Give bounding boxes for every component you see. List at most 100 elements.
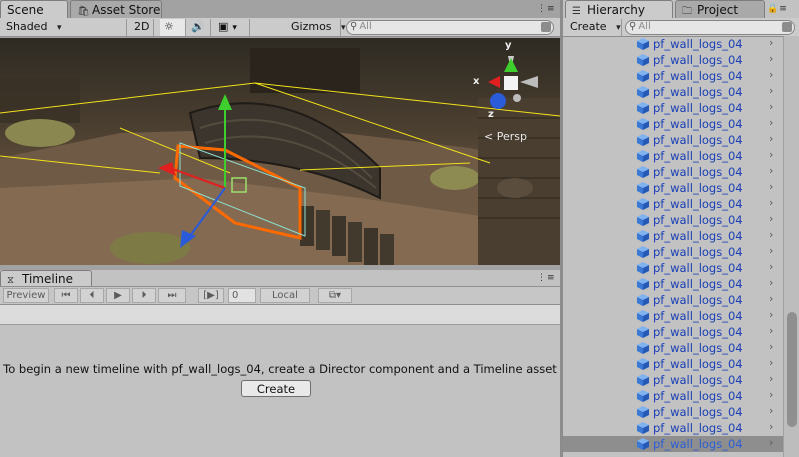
clear-search-icon[interactable]	[541, 22, 551, 32]
play-range-button[interactable]: [▶]	[198, 288, 224, 303]
timeline-tab[interactable]: ⧖ Timeline	[0, 270, 92, 286]
hierarchy-item[interactable]: pf_wall_logs_04 ›	[563, 436, 783, 452]
scene-tab[interactable]: Scene	[0, 0, 68, 18]
hierarchy-item[interactable]: pf_wall_logs_04 ›	[563, 244, 783, 260]
hierarchy-item[interactable]: pf_wall_logs_04 ›	[563, 292, 783, 308]
hierarchy-item[interactable]: pf_wall_logs_04 ›	[563, 100, 783, 116]
timeline-options-dropdown[interactable]: ⧉▾	[318, 288, 352, 303]
hierarchy-item-label: pf_wall_logs_04	[653, 181, 743, 195]
chevron-right-icon[interactable]: ›	[769, 244, 773, 257]
hierarchy-item[interactable]: pf_wall_logs_04 ›	[563, 68, 783, 84]
chevron-right-icon[interactable]: ›	[769, 356, 773, 369]
hierarchy-item[interactable]: pf_wall_logs_04 ›	[563, 404, 783, 420]
hierarchy-item[interactable]: pf_wall_logs_04 ›	[563, 356, 783, 372]
step-forward-icon: ⏵	[141, 290, 147, 301]
hierarchy-item[interactable]: pf_wall_logs_04 ›	[563, 84, 783, 100]
chevron-right-icon[interactable]: ›	[769, 228, 773, 241]
sun-icon: ☼	[164, 20, 174, 33]
hierarchy-item-label: pf_wall_logs_04	[653, 357, 743, 371]
hierarchy-item[interactable]: pf_wall_logs_04 ›	[563, 116, 783, 132]
chevron-right-icon[interactable]: ›	[769, 148, 773, 161]
hierarchy-item[interactable]: pf_wall_logs_04 ›	[563, 228, 783, 244]
hierarchy-scroll-thumb[interactable]	[787, 312, 797, 427]
chevron-right-icon[interactable]: ›	[769, 212, 773, 225]
hierarchy-item-label: pf_wall_logs_04	[653, 117, 743, 131]
chevron-right-icon[interactable]: ›	[769, 292, 773, 305]
chevron-right-icon[interactable]: ›	[769, 260, 773, 273]
time-format-button[interactable]: Local	[260, 288, 310, 303]
timeline-panel-menu-icon[interactable]: ⋮≡	[537, 273, 556, 283]
gameobject-cube-icon	[637, 182, 649, 194]
go-to-end-button[interactable]: ⏭	[158, 288, 186, 303]
hierarchy-item[interactable]: pf_wall_logs_04 ›	[563, 324, 783, 340]
gizmos-dropdown[interactable]: Gizmos	[287, 19, 341, 36]
scene-render	[0, 48, 560, 265]
hierarchy-item[interactable]: pf_wall_logs_04 ›	[563, 132, 783, 148]
asset-store-tab[interactable]: 🛍 Asset Store	[70, 0, 162, 18]
chevron-right-icon[interactable]: ›	[769, 84, 773, 97]
chevron-right-icon[interactable]: ›	[769, 404, 773, 417]
timeline-empty-body: To begin a new timeline with pf_wall_log…	[0, 325, 560, 457]
chevron-right-icon[interactable]: ›	[769, 100, 773, 113]
play-button[interactable]: ▶	[106, 288, 130, 303]
hierarchy-item[interactable]: pf_wall_logs_04 ›	[563, 372, 783, 388]
hierarchy-item[interactable]: pf_wall_logs_04 ›	[563, 212, 783, 228]
chevron-right-icon[interactable]: ›	[769, 68, 773, 81]
gizmo-y-arrow	[218, 94, 232, 110]
hierarchy-item[interactable]: pf_wall_logs_04 ›	[563, 36, 783, 52]
chevron-right-icon[interactable]: ›	[769, 276, 773, 289]
chevron-right-icon[interactable]: ›	[769, 132, 773, 145]
chevron-right-icon[interactable]: ›	[769, 196, 773, 209]
chevron-right-icon[interactable]: ›	[769, 116, 773, 129]
scene-panel-menu-icon[interactable]: ⋮≡	[537, 4, 556, 14]
hierarchy-item[interactable]: pf_wall_logs_04 ›	[563, 180, 783, 196]
gameobject-cube-icon	[637, 118, 649, 130]
projection-toggle[interactable]: < Persp	[484, 130, 527, 143]
hierarchy-item-label: pf_wall_logs_04	[653, 37, 743, 51]
lighting-toggle[interactable]: ☼	[160, 19, 186, 36]
hierarchy-item-label: pf_wall_logs_04	[653, 405, 743, 419]
chevron-right-icon[interactable]: ›	[769, 308, 773, 321]
go-to-start-button[interactable]: ⏮	[54, 288, 78, 303]
toggle-2d-button[interactable]: 2D	[130, 19, 154, 36]
frame-input[interactable]: 0	[228, 288, 256, 303]
hierarchy-item[interactable]: pf_wall_logs_04 ›	[563, 340, 783, 356]
hierarchy-item[interactable]: pf_wall_logs_04 ›	[563, 276, 783, 292]
hierarchy-scrollbar[interactable]	[783, 36, 799, 457]
gameobject-cube-icon	[637, 86, 649, 98]
hierarchy-item[interactable]: pf_wall_logs_04 ›	[563, 148, 783, 164]
audio-toggle[interactable]: 🔊	[187, 19, 211, 36]
chevron-right-icon[interactable]: ›	[769, 436, 773, 449]
chevron-right-icon[interactable]: ›	[769, 52, 773, 65]
chevron-right-icon[interactable]: ›	[769, 340, 773, 353]
scene-search-input[interactable]: ⚲ All	[346, 20, 554, 35]
chevron-right-icon[interactable]: ›	[769, 164, 773, 177]
preview-button[interactable]: Preview	[3, 288, 49, 303]
scene-viewport[interactable]: y x z < Persp	[0, 38, 560, 265]
grass-clump	[430, 166, 480, 190]
hierarchy-item[interactable]: pf_wall_logs_04 ›	[563, 196, 783, 212]
shading-mode-dropdown[interactable]: Shaded	[2, 19, 127, 36]
clear-search-icon[interactable]	[782, 22, 792, 32]
chevron-right-icon[interactable]: ›	[769, 420, 773, 433]
hierarchy-item[interactable]: pf_wall_logs_04 ›	[563, 388, 783, 404]
hierarchy-item[interactable]: pf_wall_logs_04 ›	[563, 164, 783, 180]
gameobject-cube-icon	[637, 150, 649, 162]
create-director-label: Create	[256, 382, 296, 396]
create-director-button[interactable]: Create	[241, 380, 311, 397]
chevron-right-icon[interactable]: ›	[769, 388, 773, 401]
previous-frame-button[interactable]: ⏴	[80, 288, 104, 303]
chevron-right-icon[interactable]: ›	[769, 180, 773, 193]
hierarchy-item[interactable]: pf_wall_logs_04 ›	[563, 52, 783, 68]
hierarchy-item[interactable]: pf_wall_logs_04 ›	[563, 260, 783, 276]
chevron-right-icon[interactable]: ›	[769, 372, 773, 385]
timeline-empty-message: To begin a new timeline with pf_wall_log…	[3, 362, 557, 376]
hierarchy-panel: ☰Hierarchy 🗀Project 🔒≡ Create ⚲All pf_wa…	[563, 0, 799, 457]
chevron-right-icon[interactable]: ›	[769, 324, 773, 337]
next-frame-button[interactable]: ⏵	[132, 288, 156, 303]
hierarchy-item[interactable]: pf_wall_logs_04 ›	[563, 308, 783, 324]
effects-dropdown[interactable]: ▣ ▾	[214, 19, 250, 36]
hierarchy-item[interactable]: pf_wall_logs_04 ›	[563, 420, 783, 436]
scene-tab-label: Scene	[7, 3, 44, 17]
chevron-right-icon[interactable]: ›	[769, 36, 773, 49]
